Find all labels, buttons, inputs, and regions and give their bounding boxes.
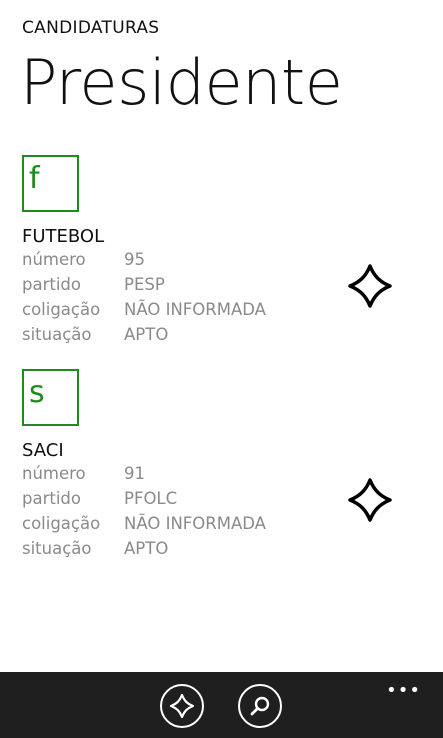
partido-value: PFOLC (124, 489, 178, 508)
situacao-row: situação APTO (22, 325, 422, 350)
favorite-button[interactable] (347, 477, 393, 523)
situacao-row: situação APTO (22, 539, 422, 564)
candidate-item[interactable]: s SACI número 91 partido PFOLC coligação… (22, 369, 422, 564)
coligacao-value: NÃO INFORMADA (124, 514, 266, 533)
candidate-item[interactable]: f FUTEBOL número 95 partido PESP coligaç… (22, 155, 422, 350)
situacao-value: APTO (124, 325, 169, 344)
situacao-label: situação (22, 539, 92, 558)
more-options-button[interactable]: ••• (386, 680, 421, 701)
candidate-name: SACI (22, 440, 64, 461)
app-bar: ••• (0, 672, 443, 738)
partido-label: partido (22, 489, 81, 508)
candidate-name: FUTEBOL (22, 226, 105, 247)
candidate-initial-tile: f (22, 155, 79, 212)
coligacao-value: NÃO INFORMADA (124, 300, 266, 319)
numero-label: número (22, 464, 86, 483)
partido-label: partido (22, 275, 81, 294)
coligacao-label: coligação (22, 514, 101, 533)
coligacao-label: coligação (22, 300, 101, 319)
diamond-outline-icon (348, 264, 392, 308)
candidate-initial-tile: s (22, 369, 79, 426)
diamond-outline-icon (348, 478, 392, 522)
situacao-label: situação (22, 325, 92, 344)
situacao-value: APTO (124, 539, 169, 558)
diamond-icon (169, 693, 195, 719)
search-appbar-button[interactable] (238, 684, 282, 728)
numero-value: 95 (124, 250, 145, 269)
favorite-button[interactable] (347, 263, 393, 309)
search-icon (250, 696, 270, 716)
page-title: Presidente (20, 46, 343, 119)
app-title: CANDIDATURAS (22, 18, 160, 38)
partido-value: PESP (124, 275, 165, 294)
numero-value: 91 (124, 464, 145, 483)
numero-label: número (22, 250, 86, 269)
favorites-appbar-button[interactable] (160, 684, 204, 728)
